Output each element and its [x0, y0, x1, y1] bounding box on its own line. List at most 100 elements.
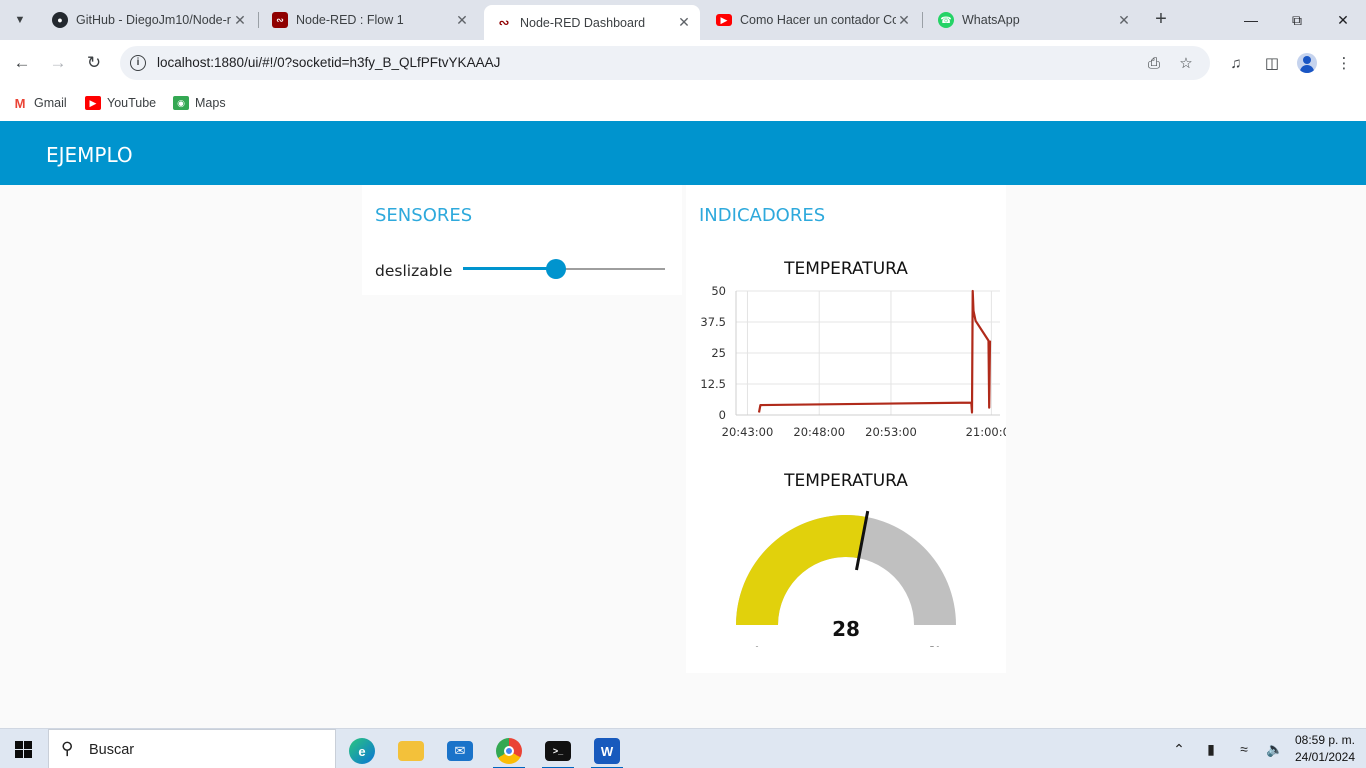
- site-info-icon[interactable]: i: [130, 55, 146, 71]
- taskbar-search-text: Buscar: [89, 742, 135, 758]
- close-icon[interactable]: ✕: [676, 14, 692, 31]
- file-explorer-icon: [398, 741, 424, 761]
- tab-whatsapp[interactable]: ☎ WhatsApp ✕: [926, 5, 1140, 35]
- wifi-icon[interactable]: ≈: [1233, 739, 1255, 759]
- gauge-max-label: 50: [929, 646, 941, 647]
- windows-start-icon[interactable]: [15, 741, 32, 758]
- tab-title: Como Hacer un contador Co: [740, 13, 896, 27]
- clock-time: 08:59 p. m.: [1294, 733, 1356, 747]
- indicadores-card: INDICADORES TEMPERATURA 0 12.5 25 37.5 50 20:…: [686, 185, 1006, 673]
- tab-node-red-dashboard[interactable]: ∾ Node-RED Dashboard ✕: [484, 5, 700, 40]
- gauge-min-label: 0: [754, 646, 760, 647]
- edge-app[interactable]: e: [342, 733, 382, 768]
- y-tick-label: 50: [711, 285, 726, 298]
- tab-separator: [258, 12, 259, 28]
- menu-kebab-icon[interactable]: ⋮: [1332, 51, 1356, 75]
- temperature-series-line: [757, 289, 992, 414]
- y-tick-label: 25: [711, 346, 726, 360]
- node-red-icon: ∾: [272, 12, 288, 28]
- tab-title: WhatsApp: [962, 13, 1020, 27]
- window-close-icon[interactable]: ✕: [1320, 0, 1366, 40]
- bookmark-gmail[interactable]: M Gmail: [12, 92, 67, 114]
- word-app[interactable]: W: [587, 733, 627, 768]
- close-icon[interactable]: ✕: [232, 12, 248, 29]
- word-icon: W: [594, 738, 620, 764]
- node-red-dashboard-icon: ∾: [498, 14, 510, 30]
- bookmark-maps[interactable]: ◉ Maps: [173, 92, 226, 114]
- tab-github[interactable]: ● GitHub - DiegoJm10/Node-r ✕: [40, 5, 256, 35]
- browser-tab-strip: ▼ ● GitHub - DiegoJm10/Node-r ✕ ∾ Node-R…: [0, 0, 1366, 40]
- install-app-icon[interactable]: ⎙: [1144, 53, 1164, 73]
- mail-app[interactable]: ✉: [440, 733, 480, 768]
- url-text[interactable]: localhost:1880/ui/#!/0?socketid=h3fy_B_Q…: [157, 55, 500, 70]
- battery-icon[interactable]: ▮: [1200, 739, 1222, 759]
- youtube-icon: ▶: [716, 14, 732, 26]
- minimize-icon[interactable]: —: [1228, 0, 1274, 40]
- volume-icon[interactable]: 🔈: [1264, 739, 1286, 759]
- slider-thumb[interactable]: [545, 259, 566, 279]
- slider-fill: [463, 267, 556, 270]
- whatsapp-icon: ☎: [938, 12, 954, 28]
- chart-title: TEMPERATURA: [784, 259, 908, 279]
- deslizable-slider[interactable]: [463, 257, 665, 281]
- tab-node-red-flow[interactable]: ∾ Node-RED : Flow 1 ✕: [260, 5, 478, 35]
- bookmark-label: Gmail: [34, 96, 67, 110]
- tab-title: Node-RED Dashboard: [520, 15, 646, 30]
- chrome-icon: [496, 738, 522, 764]
- media-control-icon[interactable]: ♫: [1224, 51, 1248, 75]
- dashboard-header: EJEMPLO: [0, 121, 1366, 185]
- gauge-title: TEMPERATURA: [784, 471, 908, 491]
- bookmark-star-icon[interactable]: ☆: [1176, 53, 1196, 73]
- terminal-icon: >_: [545, 741, 571, 761]
- tab-youtube-video[interactable]: ▶ Como Hacer un contador Co ✕: [704, 5, 920, 35]
- terminal-app[interactable]: >_: [538, 733, 578, 768]
- temperature-gauge: 28c050: [736, 510, 956, 647]
- taskbar-search[interactable]: ⚲ Buscar: [48, 729, 336, 768]
- tab-title: Node-RED : Flow 1: [296, 13, 404, 27]
- sensores-card: SENSORES deslizable: [362, 185, 682, 295]
- search-icon: ⚲: [61, 739, 74, 758]
- slider-label: deslizable: [375, 262, 453, 280]
- side-panel-icon[interactable]: ◫: [1260, 51, 1284, 75]
- edge-icon: e: [349, 738, 375, 764]
- dashboard-page: EJEMPLO SENSORES deslizable INDICADORES …: [0, 121, 1366, 728]
- clock-date: 24/01/2024: [1294, 750, 1356, 764]
- gauge-value-label: 28: [832, 617, 860, 641]
- close-icon[interactable]: ✕: [1116, 12, 1132, 29]
- dashboard-title: EJEMPLO: [46, 143, 133, 167]
- reload-icon[interactable]: ↻: [80, 49, 108, 77]
- x-tick-label: 20:48:00: [793, 425, 845, 439]
- github-icon: ●: [52, 12, 68, 28]
- x-tick-label: 20:53:00: [865, 425, 917, 439]
- new-tab-icon[interactable]: +: [1150, 9, 1172, 31]
- youtube-icon: ▶: [85, 96, 101, 110]
- browser-toolbar: ← → ↻ i localhost:1880/ui/#!/0?socketid=…: [0, 40, 1366, 86]
- address-bar[interactable]: i localhost:1880/ui/#!/0?socketid=h3fy_B…: [120, 46, 1210, 80]
- bookmark-youtube[interactable]: ▶ YouTube: [85, 92, 156, 114]
- profile-avatar[interactable]: [1297, 53, 1317, 73]
- tray-chevron-up-icon[interactable]: ⌃: [1168, 739, 1190, 759]
- file-explorer-app[interactable]: [391, 733, 431, 768]
- windows-taskbar: ⚲ Buscar e ✉ >_ W ⌃ ▮ ≈ 🔈 08:59 p. m. 24…: [0, 728, 1366, 768]
- back-arrow-icon[interactable]: ←: [8, 49, 36, 77]
- temperature-line-chart[interactable]: 0 12.5 25 37.5 50 20:43:00 20:48:00 20:53:00 21:…: [686, 285, 1006, 445]
- chrome-app[interactable]: [489, 733, 529, 768]
- y-tick-label: 37.5: [700, 315, 726, 329]
- tab-separator: [922, 12, 923, 28]
- indicadores-title: INDICADORES: [699, 205, 826, 226]
- y-tick-label: 0: [719, 408, 726, 422]
- y-tick-label: 12.5: [700, 377, 726, 391]
- maps-icon: ◉: [173, 96, 189, 110]
- close-icon[interactable]: ✕: [454, 12, 470, 29]
- bookmark-label: Maps: [195, 96, 226, 110]
- restore-icon[interactable]: ⧉: [1274, 0, 1320, 40]
- sensores-title: SENSORES: [375, 205, 473, 226]
- tab-search-chevron-icon[interactable]: ▼: [8, 8, 32, 32]
- gmail-icon: M: [14, 95, 26, 111]
- mail-icon: ✉: [447, 741, 473, 761]
- x-tick-label: 21:00:00: [966, 425, 1006, 439]
- forward-arrow-icon[interactable]: →: [44, 49, 72, 77]
- gauge-value-arc: [736, 515, 867, 625]
- taskbar-clock[interactable]: 08:59 p. m. 24/01/2024: [1290, 732, 1360, 766]
- close-icon[interactable]: ✕: [896, 12, 912, 29]
